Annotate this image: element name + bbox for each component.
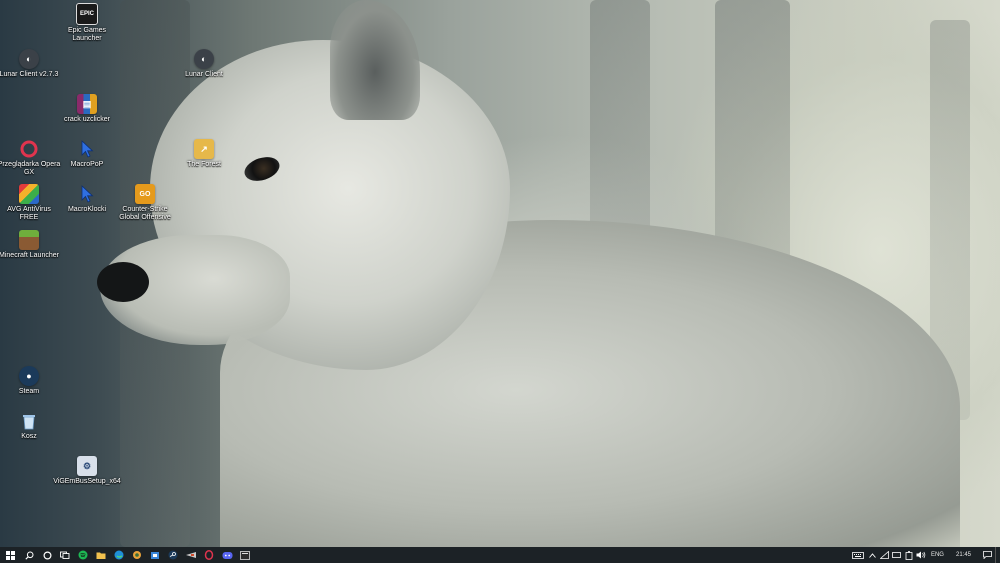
task-view-button[interactable] [56, 547, 74, 563]
app-button-2[interactable] [146, 547, 164, 563]
system-tray: ENG 21:45 [849, 547, 1000, 563]
notifications-button[interactable] [979, 547, 995, 563]
app-button-3[interactable] [182, 547, 200, 563]
desktop-icon-lunar-client-v273[interactable]: ◐ Lunar Client v2.7.3 [0, 49, 61, 79]
winrar-archive-icon: ▤ [77, 94, 97, 114]
clock[interactable]: 21:45 [948, 552, 979, 558]
desktop-icon-crack-uzclicker[interactable]: ▤ crack uzclicker [55, 94, 119, 124]
show-desktop-button[interactable] [995, 547, 1000, 563]
desktop-icon-label: The Forest [187, 161, 221, 168]
desktop-icon-label: Epic Games Launcher [67, 27, 107, 42]
edge-button[interactable] [110, 547, 128, 563]
desktop-icon-label: Kosz [21, 433, 37, 440]
discord-icon [222, 551, 232, 559]
task-view-icon [60, 551, 70, 559]
file-explorer-button[interactable] [92, 547, 110, 563]
notification-center-icon [982, 551, 992, 559]
chevron-up-icon [869, 552, 877, 558]
lunar-client-icon: ◐ [19, 49, 39, 69]
edge-icon [114, 550, 124, 560]
speaker-icon [916, 551, 926, 559]
desktop-icon-label: Lunar Client v2.7.3 [0, 71, 59, 78]
desktop[interactable]: EPIC Epic Games Launcher ◐ Lunar Client … [0, 0, 1000, 547]
desktop-icon-label: AVG AntiVirus FREE [7, 206, 51, 221]
desktop-icon-avg-antivirus[interactable]: AVG AntiVirus FREE [0, 184, 61, 222]
lunar-client-icon: ◐ [194, 49, 214, 69]
desktop-icon-opera-gx[interactable]: Przeglądarka Opera GX [0, 139, 61, 177]
cursor-icon [77, 184, 97, 204]
wallpaper-wolf-nose [97, 262, 149, 302]
battery-plug-icon [905, 550, 913, 560]
opera-gx-icon [19, 139, 39, 159]
wallpaper-wolf-ear [330, 0, 420, 120]
discord-button[interactable] [218, 547, 236, 563]
game-icon [186, 552, 196, 558]
desktop-icon-label: Steam [18, 388, 40, 395]
desktop-icon-recycle-bin[interactable]: Kosz [0, 411, 61, 441]
desktop-icon-steam[interactable]: ● Steam [0, 366, 61, 396]
language-indicator[interactable]: ENG [927, 552, 948, 558]
desktop-icon-label: Przeglądarka Opera GX [0, 161, 61, 176]
cortana-button[interactable] [38, 547, 56, 563]
store-icon [151, 552, 159, 559]
start-button[interactable] [0, 547, 20, 563]
cortana-ring-icon [42, 550, 52, 560]
desktop-icon-macropop[interactable]: MacroPoP [55, 139, 119, 169]
folder-shortcut-icon: ↗ [194, 139, 214, 159]
csgo-icon: GO [135, 184, 155, 204]
desktop-icon-minecraft-launcher[interactable]: Minecraft Launcher [0, 230, 61, 260]
opera-gx-icon [204, 550, 214, 560]
power-button[interactable] [903, 547, 915, 563]
show-hidden-icons-button[interactable] [867, 547, 879, 563]
minecraft-block-icon [19, 230, 39, 250]
windows-logo-icon [5, 550, 15, 560]
folder-icon [96, 552, 106, 559]
desktop-icon-vigembus-setup[interactable]: ⚙ ViGEmBusSetup_x64 [53, 456, 121, 486]
desktop-icon-lunar-client[interactable]: ◐ Lunar Client [172, 49, 236, 79]
terminal-icon [240, 550, 250, 560]
network-button[interactable] [879, 547, 891, 563]
search-icon [24, 551, 33, 560]
generic-app-icon [133, 551, 141, 559]
wifi-icon [880, 551, 890, 559]
desktop-icon-label: Minecraft Launcher [0, 252, 59, 259]
desktop-icon-the-forest[interactable]: ↗ The Forest [172, 139, 236, 169]
volume-button[interactable] [915, 547, 927, 563]
tray-app-icon [892, 552, 902, 558]
desktop-icon-macroklocki[interactable]: MacroKlocki [55, 184, 119, 214]
desktop-icon-label: Counter-Strike Global Offensive [119, 206, 171, 221]
tray-app-button[interactable] [891, 547, 903, 563]
desktop-icon-epic-games[interactable]: EPIC Epic Games Launcher [55, 3, 119, 43]
recycle-bin-icon [19, 411, 39, 431]
desktop-icon-label: MacroPoP [70, 161, 104, 168]
desktop-icon-label: crack uzclicker [64, 116, 110, 123]
desktop-icon-label: Lunar Client [185, 71, 223, 78]
steam-button[interactable] [164, 547, 182, 563]
keyboard-icon [852, 551, 864, 559]
opera-gx-button[interactable] [200, 547, 218, 563]
desktop-icon-label: ViGEmBusSetup_x64 [53, 478, 121, 485]
epic-games-icon: EPIC [76, 3, 98, 25]
desktop-icon-csgo[interactable]: GO Counter-Strike Global Offensive [113, 184, 177, 222]
installer-icon: ⚙ [77, 456, 97, 476]
desktop-icon-label: MacroKlocki [67, 206, 107, 213]
cursor-icon [77, 139, 97, 159]
keyboard-layout-button[interactable] [849, 547, 867, 563]
spotify-icon [78, 550, 88, 560]
app-button-1[interactable] [128, 547, 146, 563]
steam-icon: ● [19, 366, 39, 386]
spotify-button[interactable] [74, 547, 92, 563]
avg-antivirus-icon [19, 184, 39, 204]
taskbar: ENG 21:45 [0, 547, 1000, 563]
app-button-4[interactable] [236, 547, 254, 563]
steam-icon [168, 550, 178, 560]
search-button[interactable] [20, 547, 38, 563]
